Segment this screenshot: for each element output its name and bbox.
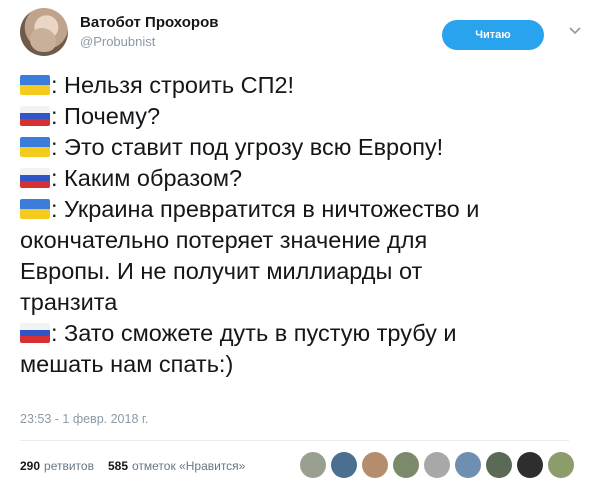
tweet-line: окончательно потеряет значение для (20, 225, 590, 256)
tweet-line: : Зато сможете дуть в пустую трубу и (20, 318, 590, 349)
liker-avatar-4[interactable] (393, 452, 419, 478)
following-button[interactable]: Читаю (442, 20, 544, 50)
liker-avatar-9[interactable] (548, 452, 574, 478)
liker-avatar-2[interactable] (331, 452, 357, 478)
liker-avatar-8[interactable] (517, 452, 543, 478)
likers-avatars (300, 452, 579, 478)
tweet-line-text: транзита (20, 289, 118, 315)
author-avatar[interactable] (20, 8, 68, 56)
tweet-line: : Каким образом? (20, 163, 590, 194)
tweet-line-text: Европы. И не получит миллиарды от (20, 258, 423, 284)
liker-avatar-7[interactable] (486, 452, 512, 478)
tweet-line-text: : Зато сможете дуть в пустую трубу и (51, 320, 457, 346)
russia-flag-icon (20, 323, 50, 343)
tweet-line-text: : Украина превратится в ничтожество и (51, 196, 480, 222)
russia-flag-icon (20, 106, 50, 126)
liker-avatar-3[interactable] (362, 452, 388, 478)
tweet-line: транзита (20, 287, 590, 318)
chevron-down-icon[interactable] (566, 22, 584, 40)
ukraine-flag-icon (20, 137, 50, 157)
retweets-label: ретвитов (44, 459, 94, 473)
russia-flag-icon (20, 168, 50, 188)
retweets-stat[interactable]: 290 ретвитов (20, 459, 94, 473)
likes-label: отметок «Нравится» (132, 459, 246, 473)
tweet-line-text: : Почему? (51, 103, 161, 129)
tweet-line: Европы. И не получит миллиарды от (20, 256, 590, 287)
liker-avatar-1[interactable] (300, 452, 326, 478)
tweet-line-text: : Это ставит под угрозу всю Европу! (51, 134, 444, 160)
likes-stat[interactable]: 585 отметок «Нравится» (108, 459, 245, 473)
likes-count: 585 (107, 459, 128, 473)
tweet-line-text: мешать нам спать:) (20, 351, 234, 377)
author-display-name[interactable]: Ватобот Прохоров (80, 14, 218, 31)
ukraine-flag-icon (20, 199, 50, 219)
author-info[interactable]: Ватобот Прохоров @Probubnist (80, 14, 218, 49)
tweet-line: мешать нам спать:) (20, 349, 590, 380)
tweet-header: Ватобот Прохоров @Probubnist Читаю (14, 6, 587, 60)
liker-avatar-5[interactable] (424, 452, 450, 478)
retweets-count: 290 (20, 459, 41, 473)
tweet-stats: 290 ретвитов 585 отметок «Нравится» (20, 455, 259, 477)
tweet-line: : Почему? (20, 101, 590, 132)
tweet-line: : Украина превратится в ничтожество и (20, 194, 590, 225)
divider (20, 440, 569, 441)
tweet-line-text: окончательно потеряет значение для (20, 227, 428, 253)
tweet-text: : Нельзя строить СП2! : Почему? : Это став… (20, 70, 590, 380)
tweet-line-text: : Нельзя строить СП2! (51, 72, 295, 98)
tweet-line: : Это ставит под угрозу всю Европу! (20, 132, 590, 163)
tweet-timestamp[interactable]: 23:53 - 1 февр. 2018 г. (20, 412, 148, 426)
tweet-line: : Нельзя строить СП2! (20, 70, 590, 101)
author-handle[interactable]: @Probubnist (80, 34, 218, 49)
liker-avatar-6[interactable] (455, 452, 481, 478)
ukraine-flag-icon (20, 75, 50, 95)
tweet-line-text: : Каким образом? (51, 165, 243, 191)
